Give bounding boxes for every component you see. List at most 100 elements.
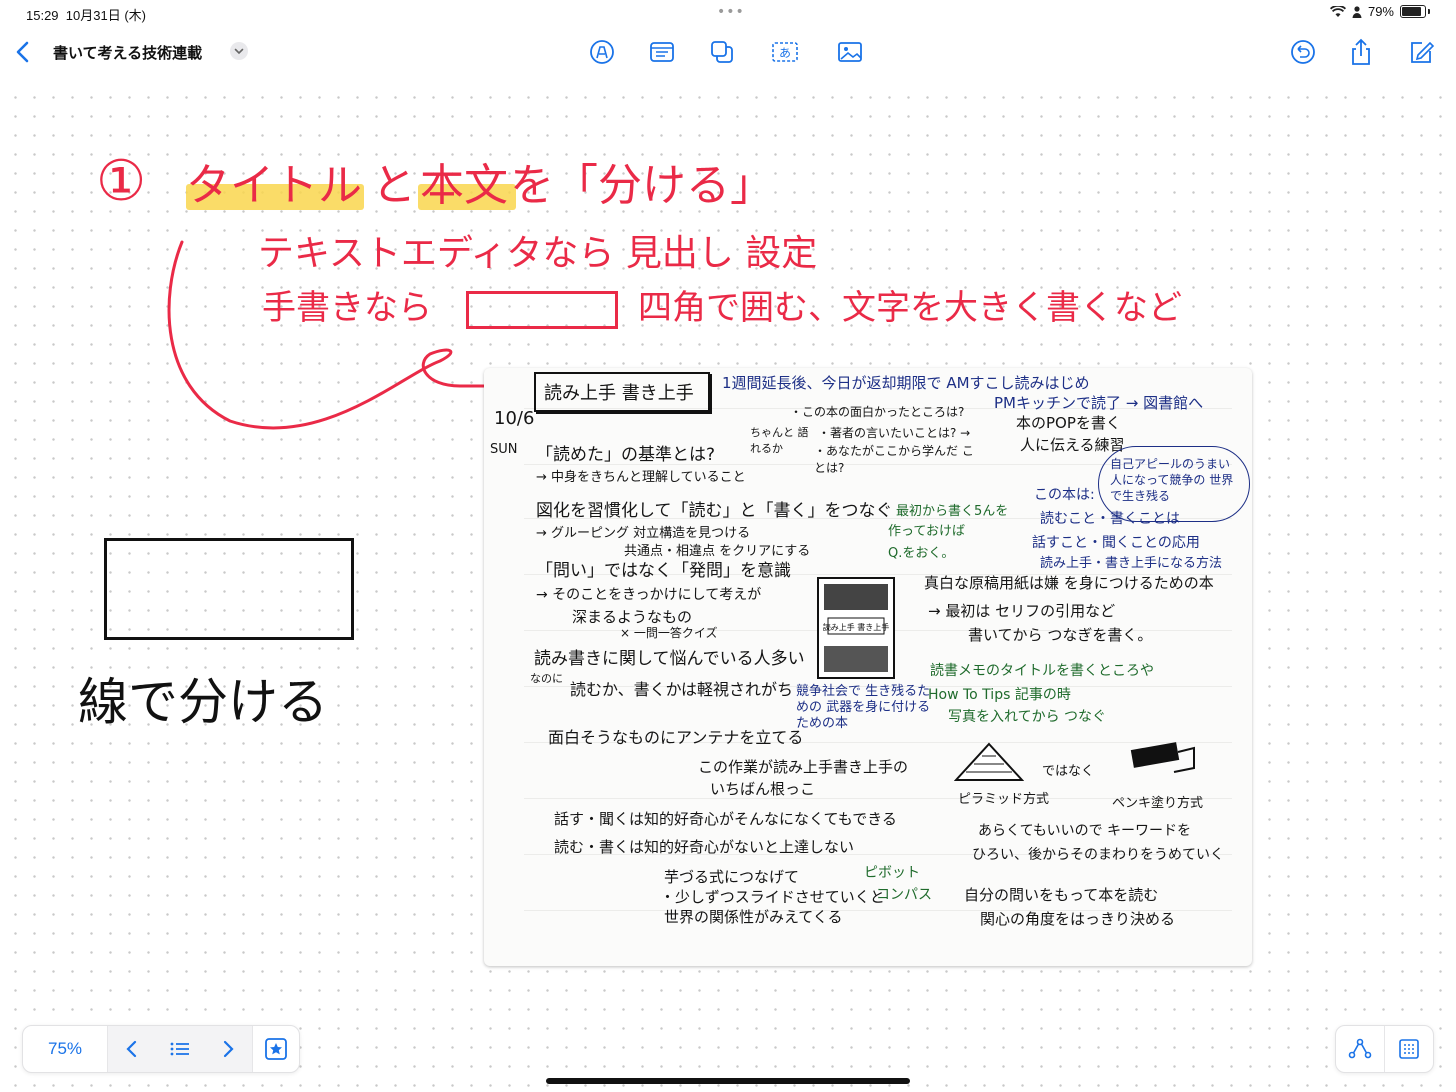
note-q10: 読み書きに関して悩んでいる人多い	[534, 649, 805, 669]
note-b1: この本は:	[1034, 487, 1095, 503]
previous-page-button[interactable]	[108, 1026, 156, 1072]
note-k22: 世界の関係性がみえてくる	[664, 908, 843, 926]
pen-tool-icon[interactable]	[587, 38, 617, 66]
note-k10: 面白そうなものにアンテナを立てる	[548, 728, 804, 747]
svg-text:あ: あ	[779, 46, 791, 60]
connector-icon	[1348, 1038, 1372, 1059]
list-icon	[170, 1042, 189, 1056]
note-k7: 真白な原稿用紙は嫌 を身につけるための本	[924, 574, 1214, 592]
note-g7: ピボット	[864, 865, 920, 881]
note-k19: ひろい、後からそのまわりをうめていく	[972, 847, 1224, 863]
note-k14: ピラミッド方式	[958, 792, 1050, 807]
note-q11: なのに	[530, 672, 563, 685]
note-k1: ・この本の面白かったところは?	[790, 405, 965, 419]
note-b3: 読むこと・書くことは	[1040, 511, 1180, 527]
note-blue-2: PMキッチンで読了 → 図書館へ	[994, 394, 1204, 412]
top-toolbar: 書いて考える技術連載 あ	[0, 30, 1456, 74]
shapes-icon[interactable]	[707, 38, 737, 66]
notebook-title: 読み上手 書き上手	[544, 383, 694, 404]
note-b6: 競争社会で 生き残るための 武器を身に付ける ための本	[796, 684, 931, 731]
note-g5: How To Tips 記事の時	[928, 687, 1071, 703]
note-q4: → グルーピング 対立構造を見つける	[536, 526, 751, 541]
note-date: 10/6	[494, 408, 535, 429]
note-q9: × 一問一答クイズ	[620, 626, 718, 640]
note-q2: → 中身をきちんと理解していること	[536, 470, 746, 485]
note-k15: ペンキ塗り方式	[1112, 796, 1204, 811]
note-k5: 本のPOPを書く	[1016, 414, 1121, 432]
zoom-level-button[interactable]: 75%	[23, 1026, 108, 1072]
bottom-navigation-bar: 75%	[22, 1025, 300, 1073]
note-k17: 読む・書くは知的好奇心がないと上達しない	[554, 838, 855, 856]
note-k3: ・著者の言いたいことは? →	[818, 426, 971, 440]
scene-list-button[interactable]	[156, 1026, 204, 1072]
note-k21: ・少しずつスライドさせていくと	[660, 888, 885, 906]
book-cover-illustration: 読み上手 書き上手	[817, 577, 895, 679]
note-q12: 読むか、書くかは軽視されがち	[570, 680, 794, 699]
heading-separate[interactable]: を「分ける」	[510, 160, 774, 212]
status-bar: 15:29 10月31日 (木) ••• 79%	[0, 0, 1456, 26]
note-g2: 作っておけば	[888, 524, 965, 539]
battery-icon	[1400, 5, 1426, 18]
battery-tip	[1428, 9, 1430, 14]
note-q3: 図化を習慣化して「読む」と「書く」をつなぐ	[536, 501, 893, 521]
note-k2: ちゃんと 語れるか	[750, 426, 809, 455]
heading-number[interactable]: ①	[96, 152, 146, 212]
note-k4: ・あなたがここから学んだ ことは?	[814, 444, 974, 475]
back-chevron-icon[interactable]	[12, 38, 34, 66]
left-caption[interactable]: 線で分ける	[78, 672, 328, 732]
multitask-grabber[interactable]: •••	[717, 4, 745, 20]
red-line-box-text[interactable]: 四角で囲む、文字を大きく書くなど	[638, 286, 1182, 330]
heading-and[interactable]: と	[372, 160, 416, 212]
note-k20: 芋づる式につなげて	[664, 868, 800, 886]
book-cover-text: 読み上手 書き上手	[823, 622, 890, 632]
note-g6: 写真を入れてから つなぐ	[948, 709, 1107, 725]
undo-icon[interactable]	[1288, 38, 1318, 66]
chevron-down-icon	[234, 48, 244, 55]
note-k8: → 最初は セリフの引用など	[928, 602, 1116, 620]
chevron-right-icon	[223, 1040, 234, 1058]
heading-body-word[interactable]: 本文	[420, 160, 508, 212]
wifi-icon	[1329, 5, 1346, 17]
chevron-left-icon	[126, 1040, 137, 1058]
status-time: 15:29 10月31日 (木)	[26, 5, 146, 24]
title-menu-button[interactable]	[230, 42, 248, 60]
add-scene-button[interactable]	[253, 1026, 299, 1072]
home-indicator[interactable]	[546, 1078, 910, 1084]
note-k13: ではなく	[1042, 764, 1095, 779]
note-q7: → そのことをきっかけにして考えが	[536, 587, 762, 603]
favorite-star-icon	[265, 1038, 287, 1060]
note-g8: コンパス	[876, 887, 932, 903]
red-curved-arrow[interactable]	[160, 236, 540, 436]
note-b2: 自己アピールのうまい 人になって競争の 世界で生き残る	[1110, 457, 1234, 503]
note-k6: 人に伝える練習	[1020, 436, 1125, 454]
note-q6: 「問い」ではなく「発問」を意識	[536, 561, 791, 581]
bottom-right-tools	[1335, 1025, 1434, 1073]
note-g4: 読書メモのタイトルを書くところや	[930, 663, 1154, 679]
note-b4: 話すこと・聞くことの応用	[1032, 535, 1200, 551]
connector-button[interactable]	[1336, 1026, 1384, 1072]
share-icon[interactable]	[1346, 38, 1376, 66]
person-icon	[1352, 5, 1362, 18]
note-k16: 話す・聞くは知的好奇心がそんなになくてもできる	[554, 810, 897, 828]
status-indicators: 79%	[1329, 4, 1430, 19]
note-g3: Q.をおく。	[888, 546, 955, 561]
note-g1: 最初から書く5んを	[896, 504, 1009, 519]
clock: 15:29	[26, 8, 59, 23]
note-k12: いちばん根っこ	[710, 780, 816, 798]
next-page-button[interactable]	[204, 1026, 253, 1072]
heading-title-word[interactable]: タイトル	[186, 160, 362, 212]
media-icon[interactable]	[836, 38, 866, 66]
note-blue-1: 1週間延長後、今日が返却期限で AMすこし読みはじめ	[722, 374, 1090, 392]
black-rectangle-sketch[interactable]	[104, 538, 354, 640]
text-style-icon[interactable]: あ	[770, 38, 800, 66]
pyramid-sketch	[954, 742, 1024, 781]
note-b5: 読み上手・書き上手になる方法	[1040, 556, 1223, 571]
paint-roller-sketch	[1130, 742, 1195, 773]
text-box-icon[interactable]	[647, 38, 677, 66]
compose-icon[interactable]	[1406, 38, 1436, 66]
notebook-photo[interactable]: 読み上手 書き上手 1週間延長後、今日が返却期限で AMすこし読みはじめ PMキ…	[484, 368, 1252, 966]
grid-button[interactable]	[1384, 1026, 1433, 1072]
note-k11: この作業が読み上手書き上手の	[698, 758, 909, 776]
date: 10月31日 (木)	[65, 8, 146, 23]
document-title[interactable]: 書いて考える技術連載	[53, 42, 202, 63]
